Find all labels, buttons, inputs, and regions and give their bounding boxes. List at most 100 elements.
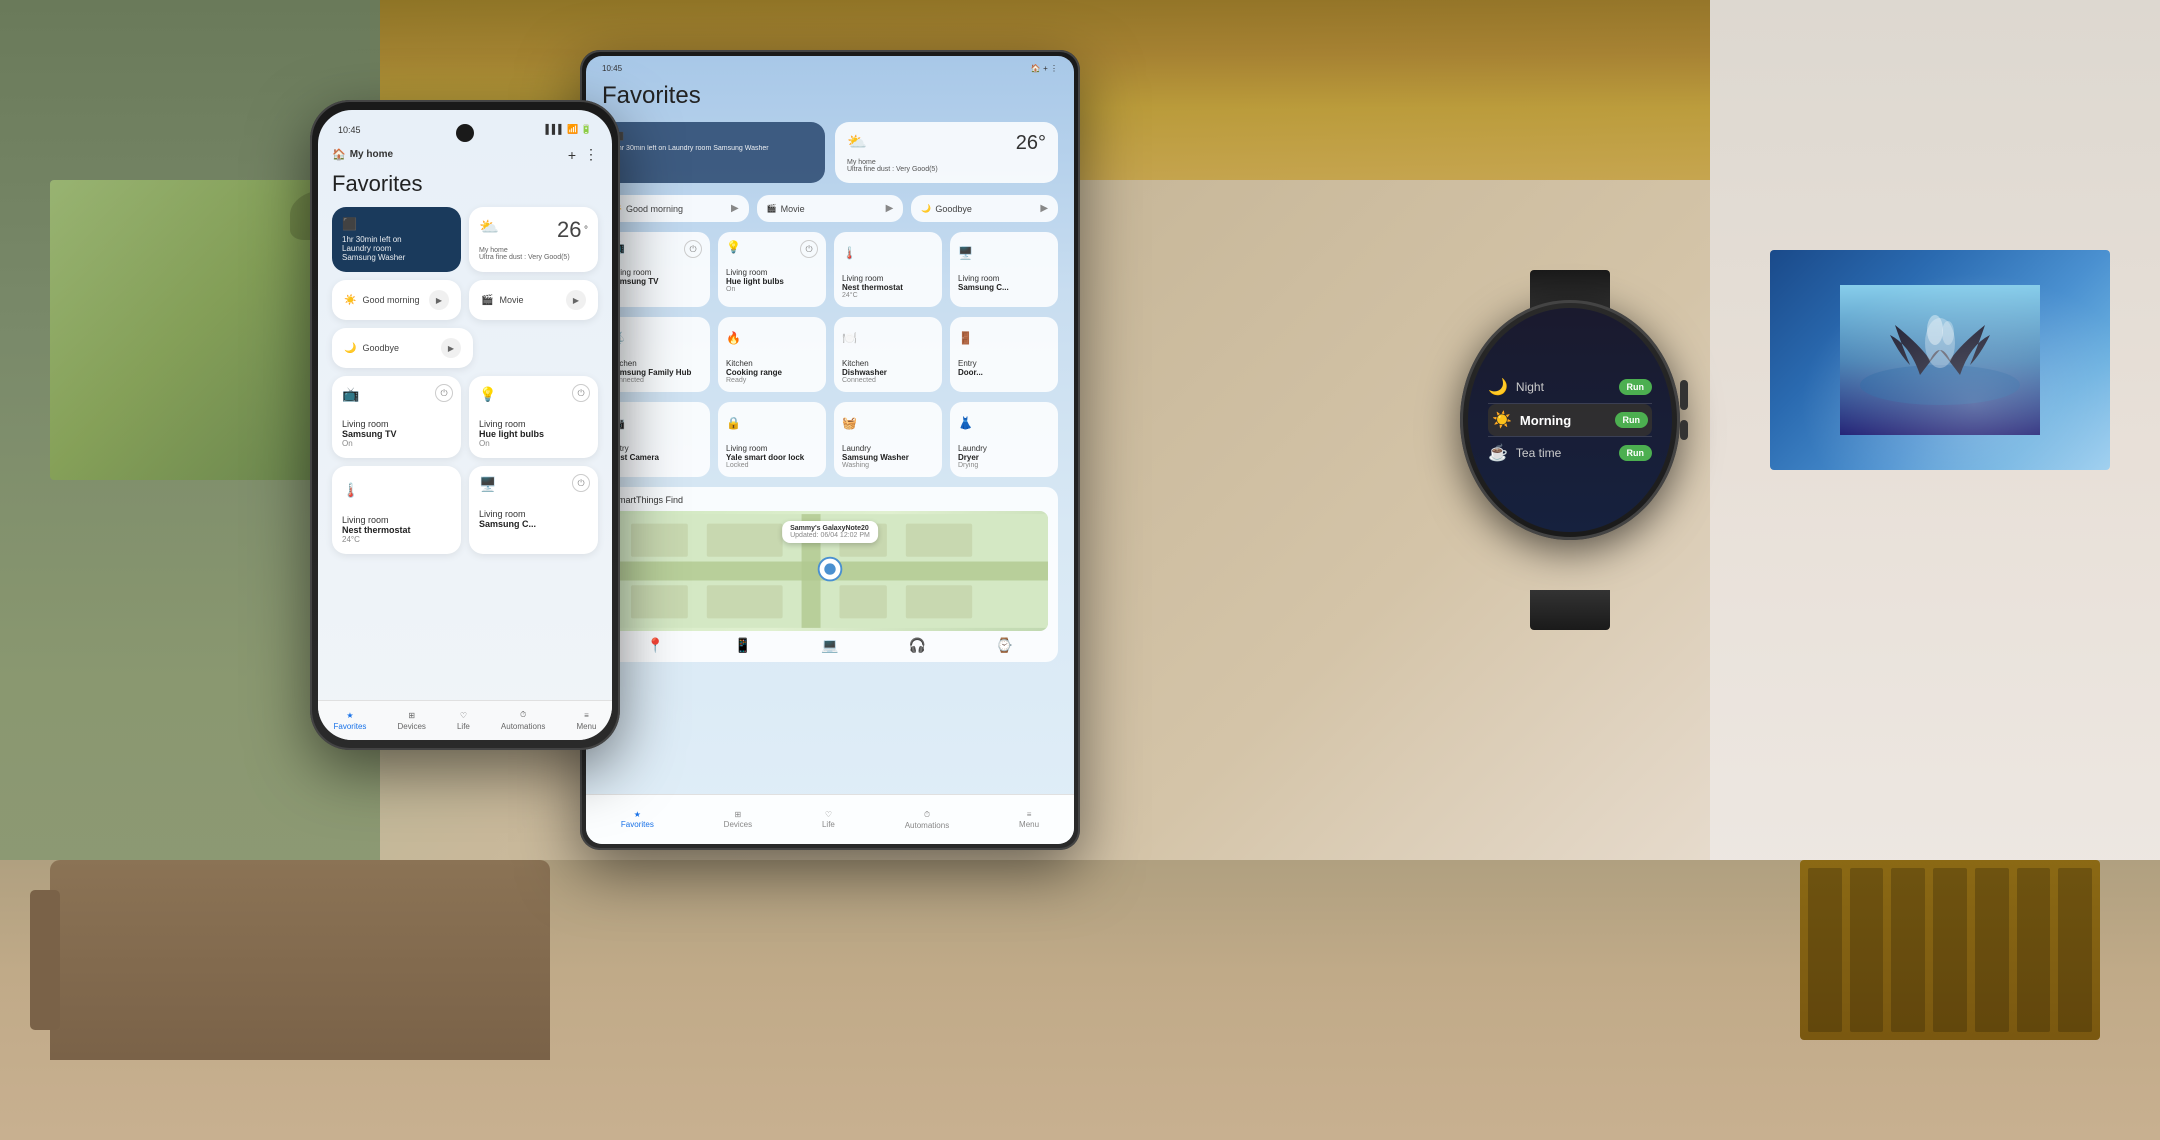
goodbye-text: Goodbye: [362, 343, 399, 353]
tablet-washer-status: Washing: [842, 462, 934, 469]
watch-crown[interactable]: [1680, 380, 1688, 410]
tablet-dishwasher-status: Connected: [842, 377, 934, 384]
tablet-lock-location: Living room: [726, 444, 818, 453]
tablet-movie-icon: 🎬: [767, 204, 777, 213]
tablet-movie-play[interactable]: ▶: [886, 203, 894, 214]
phone-nav-menu[interactable]: ≡ Menu: [576, 711, 596, 731]
tablet-device-row-1: ⏻ 📺 Living room Samsung TV On ⏻ 💡 Living…: [602, 232, 1058, 307]
tablet-samsung-tv-power[interactable]: ⏻: [684, 240, 702, 258]
tablet-weather-card[interactable]: ⛅ 26° My homeUltra fine dust : Very Good…: [835, 122, 1058, 183]
phone-samsung-c-card[interactable]: ⏻ 🖥️ Living room Samsung C...: [469, 466, 598, 554]
tablet-lock-card[interactable]: 🔒 Living room Yale smart door lock Locke…: [718, 402, 826, 477]
tablet-scene-good-morning[interactable]: ☀️ Good morning ▶: [602, 195, 749, 222]
samsung-tv-power[interactable]: ⏻: [435, 384, 453, 402]
tablet-smartthings-find[interactable]: SmartThings Find: [602, 487, 1058, 662]
tablet-nav-life[interactable]: ♡ Life: [822, 810, 835, 829]
phone-nav-life[interactable]: ♡ Life: [457, 711, 470, 731]
tablet-nest-card[interactable]: 🌡️ Living room Nest thermostat 24°C: [834, 232, 942, 307]
tablet-scene-goodbye[interactable]: 🌙 Goodbye ▶: [911, 195, 1058, 222]
phone-thermostat-card[interactable]: 🌡️ Living room Nest thermostat 24°C: [332, 466, 461, 554]
tablet-movie-label: Movie: [781, 204, 805, 214]
watch-teatime-routine[interactable]: ☕ Tea time Run: [1488, 437, 1652, 469]
movie-play-button[interactable]: ▶: [566, 290, 586, 310]
tablet-scene-movie[interactable]: 🎬 Movie ▶: [757, 195, 904, 222]
phone-samsung-tv-card[interactable]: ⏻ 📺 Living room Samsung TV On: [332, 376, 461, 458]
favorites-nav-icon: ★: [346, 711, 353, 720]
tablet-range-icon: 🔥: [726, 331, 818, 345]
map-actions: 📍 📱 💻 🎧 ⌚: [612, 637, 1048, 654]
weather-icon: ⛅: [479, 217, 499, 237]
phone-nav-automations[interactable]: ⏱ Automations: [501, 710, 545, 731]
tablet-hue-power[interactable]: ⏻: [800, 240, 818, 258]
phone-scene-movie[interactable]: 🎬 Movie ▶: [469, 280, 598, 320]
tablet-nav-devices[interactable]: ⊞ Devices: [724, 810, 752, 829]
tablet-goodbye-play[interactable]: ▶: [1040, 203, 1048, 214]
movie-text: Movie: [499, 295, 523, 305]
tablet-hue-card[interactable]: ⏻ 💡 Living room Hue light bulbs On: [718, 232, 826, 307]
tablet-door-card[interactable]: 🚪 Entry Door...: [950, 317, 1058, 392]
tablet-laundry-card[interactable]: ⬛ 1hr 30min left on Laundry room Samsung…: [602, 122, 825, 183]
tablet-dryer-card[interactable]: 👗 Laundry Dryer Drying: [950, 402, 1058, 477]
phone-body: 10:45 ▌▌▌ 📶 🔋 🏠 My home + ⋮ Fa: [310, 100, 620, 750]
tablet-nav-menu[interactable]: ≡ Menu: [1019, 810, 1039, 829]
map-watch-icon[interactable]: ⌚: [996, 637, 1013, 654]
tablet-nav-automations[interactable]: ⏱ Automations: [905, 810, 949, 830]
watch-button[interactable]: [1680, 420, 1688, 440]
tablet-weather-icon: ⛅: [847, 132, 867, 152]
watch-teatime-run-button[interactable]: Run: [1619, 445, 1653, 461]
watch-teatime-left: ☕ Tea time: [1488, 443, 1561, 463]
laundry-device: Samsung Washer: [342, 253, 451, 262]
watch-body: 🌙 Night Run ☀️ Morning Run: [1460, 300, 1680, 540]
phone-laundry-card[interactable]: ⬛ 1hr 30min left on Laundry room Samsung…: [332, 207, 461, 272]
laundry-location: Laundry room: [342, 244, 451, 253]
phone-scene-good-morning[interactable]: ☀️ Good morning ▶: [332, 280, 461, 320]
watch-morning-run-button[interactable]: Run: [1615, 412, 1649, 428]
device-name-label: Sammy's GalaxyNote20: [790, 525, 870, 532]
watch-night-run-button[interactable]: Run: [1619, 379, 1653, 395]
moon-icon: 🌙: [344, 343, 356, 354]
map-location-icon[interactable]: 📍: [647, 637, 664, 654]
map-phone-icon[interactable]: 📱: [734, 637, 751, 654]
phone-weather-card[interactable]: ⛅ 26 ° My homeUltra fine dust : Very Goo…: [469, 207, 598, 272]
tablet-range-location: Kitchen: [726, 359, 818, 368]
weather-desc: My homeUltra fine dust : Very Good(5): [479, 247, 588, 261]
samsung-tv-location: Living room: [342, 419, 451, 429]
watch-morning-left: ☀️ Morning: [1492, 410, 1571, 430]
watch-morning-routine[interactable]: ☀️ Morning Run: [1488, 404, 1652, 436]
phone-scene-goodbye[interactable]: 🌙 Goodbye ▶: [332, 328, 473, 368]
watch-night-routine[interactable]: 🌙 Night Run: [1488, 371, 1652, 403]
tablet-lock-name: Yale smart door lock: [726, 453, 818, 462]
tablet-hue-name: Hue light bulbs: [726, 277, 818, 286]
map-headphones-icon[interactable]: 🎧: [908, 637, 925, 654]
phone-add-button[interactable]: +: [568, 147, 576, 163]
goodbye-play-button[interactable]: ▶: [441, 338, 461, 358]
hue-bulbs-power[interactable]: ⏻: [572, 384, 590, 402]
tablet-washer-card[interactable]: 🧺 Laundry Samsung Washer Washing: [834, 402, 942, 477]
tablet-cam-icon: 📷: [610, 416, 702, 430]
menu-nav-icon: ≡: [584, 711, 589, 720]
tablet-cooking-range-card[interactable]: 🔥 Kitchen Cooking range Ready: [718, 317, 826, 392]
tablet-dishwasher-card[interactable]: 🍽️ Kitchen Dishwasher Connected: [834, 317, 942, 392]
tablet-samsung-c-card[interactable]: 🖥️ Living room Samsung C...: [950, 232, 1058, 307]
phone-home-nav[interactable]: 🏠 My home: [332, 148, 393, 161]
tablet-nav-favorites[interactable]: ★ Favorites: [621, 810, 654, 829]
samsung-c-power[interactable]: ⏻: [572, 474, 590, 492]
tablet-lock-status: Locked: [726, 462, 818, 469]
tablet-good-morning-play[interactable]: ▶: [731, 203, 739, 214]
life-nav-label: Life: [457, 722, 470, 731]
tablet-hue-status: On: [726, 286, 818, 293]
map-mobile-icon[interactable]: 💻: [821, 637, 838, 654]
tablet-nest-location: Living room: [842, 274, 934, 283]
good-morning-play-button[interactable]: ▶: [429, 290, 449, 310]
phone-hue-bulbs-card[interactable]: ⏻ 💡 Living room Hue light bulbs On: [469, 376, 598, 458]
tablet-auto-icon: ⏱: [924, 810, 930, 820]
tablet-menu-icon: ≡: [1027, 810, 1032, 819]
phone-camera: [456, 124, 474, 142]
phone-nav-devices[interactable]: ⊞ Devices: [397, 711, 425, 731]
tablet-hub-icon: 📡: [610, 331, 702, 345]
tablet-dishwasher-location: Kitchen: [842, 359, 934, 368]
phone-menu-button[interactable]: ⋮: [584, 146, 598, 163]
phone-nav-favorites[interactable]: ★ Favorites: [334, 711, 367, 731]
watch-morning-icon: ☀️: [1492, 410, 1512, 430]
watch-tea-icon: ☕: [1488, 443, 1508, 463]
